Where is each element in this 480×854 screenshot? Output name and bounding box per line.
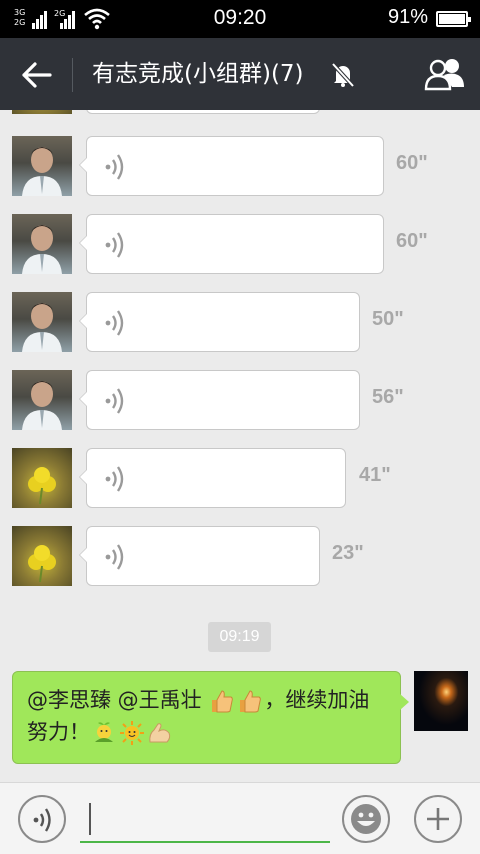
voice-duration: 23" — [332, 542, 364, 564]
voice-wave-icon — [105, 466, 124, 492]
outgoing-text-bubble[interactable]: @李思臻 @王禹壮 ，继续加油努力！ — [12, 671, 409, 764]
flexed-biceps-icon — [149, 723, 171, 743]
battery-icon — [436, 11, 471, 27]
mute-bell-icon — [331, 62, 355, 88]
avatar[interactable] — [12, 136, 72, 196]
header-divider — [72, 58, 73, 92]
voice-duration: 56" — [372, 386, 404, 408]
voice-message[interactable]: 23" — [0, 526, 480, 588]
group-members-icon[interactable] — [424, 58, 466, 92]
thumbs-up-icon — [240, 690, 262, 713]
message-timestamp: 09:19 — [208, 622, 271, 652]
voice-wave-icon — [105, 310, 124, 336]
back-arrow-icon[interactable] — [20, 58, 54, 92]
outgoing-text-mentions: @李思臻 @王禹壮 — [27, 688, 209, 712]
voice-bubble[interactable] — [79, 214, 384, 274]
avatar[interactable] — [12, 370, 72, 430]
input-bar — [0, 782, 480, 854]
avatar[interactable] — [12, 292, 72, 352]
chat-title: 有志竞成(小组群)(7) — [92, 61, 304, 87]
status-bar: 3G 2G 2G 09:20 91% — [0, 0, 480, 38]
voice-message[interactable]: 41" — [0, 448, 480, 510]
voice-duration: 41" — [359, 464, 391, 486]
thumbs-up-icon — [212, 690, 234, 713]
voice-mode-button[interactable] — [18, 795, 66, 843]
voice-bubble[interactable] — [79, 370, 360, 430]
avatar[interactable] — [12, 110, 72, 114]
voice-duration: 50" — [372, 308, 404, 330]
voice-wave-icon — [105, 154, 124, 180]
battery-percent: 91% — [387, 6, 428, 28]
emoji-button[interactable] — [342, 795, 390, 843]
voice-bubble[interactable] — [79, 292, 360, 352]
voice-message[interactable]: 56" — [0, 370, 480, 432]
voice-bubble[interactable] — [79, 526, 320, 586]
chat-header: 有志竞成(小组群)(7) — [0, 38, 480, 110]
more-button[interactable] — [414, 795, 462, 843]
message-input[interactable] — [80, 797, 330, 843]
voice-message-partial[interactable] — [0, 110, 480, 116]
voice-duration: 60" — [396, 152, 428, 174]
voice-bubble[interactable] — [79, 448, 346, 508]
text-caret — [89, 803, 91, 835]
voice-bubble[interactable] — [79, 136, 384, 196]
avatar[interactable] — [12, 214, 72, 274]
my-avatar[interactable] — [414, 671, 468, 731]
voice-message[interactable]: 50" — [0, 292, 480, 354]
voice-message[interactable]: 60" — [0, 214, 480, 276]
smiley-icon — [351, 804, 381, 834]
sprout-face-icon — [95, 722, 113, 742]
sun-icon — [120, 721, 144, 745]
avatar[interactable] — [12, 448, 72, 508]
voice-bubble[interactable] — [86, 110, 320, 114]
plus-icon — [427, 808, 449, 830]
voice-wave-icon — [105, 388, 124, 414]
voice-wave-icon — [33, 808, 51, 832]
voice-duration: 60" — [396, 230, 428, 252]
avatar[interactable] — [12, 526, 72, 586]
voice-wave-icon — [105, 232, 124, 258]
chat-messages[interactable]: 60" 60" 50" 56" 41" 23" 09:19 @李思臻 @王禹壮 … — [0, 110, 480, 780]
voice-wave-icon — [105, 544, 124, 570]
voice-message[interactable]: 60" — [0, 136, 480, 198]
